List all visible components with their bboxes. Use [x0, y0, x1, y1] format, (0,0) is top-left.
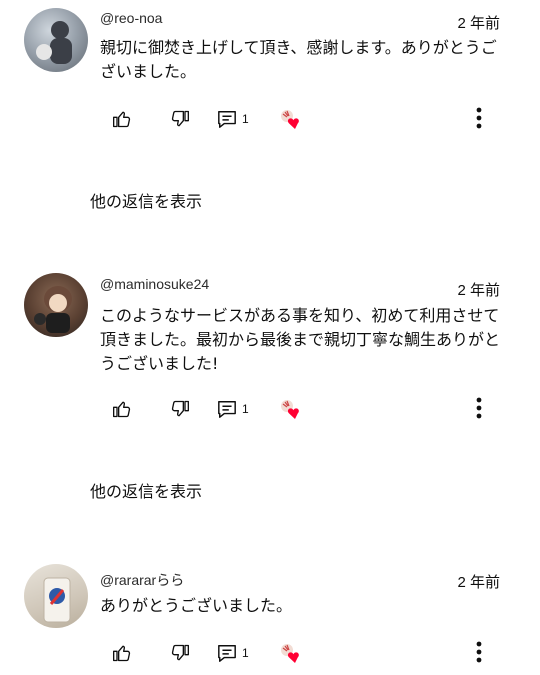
reply-icon	[218, 645, 236, 662]
avatar[interactable]	[24, 273, 88, 337]
more-button[interactable]	[474, 396, 484, 424]
dislike-button[interactable]	[170, 106, 190, 132]
thumb-up-icon	[113, 401, 131, 418]
reply-count: 1	[242, 402, 249, 416]
avatar[interactable]	[24, 8, 88, 72]
reply-count: 1	[242, 112, 249, 126]
creator-heart	[278, 106, 304, 132]
avatar-image	[43, 577, 71, 623]
creator-heart	[278, 640, 304, 666]
comment-actions: 1	[0, 106, 540, 136]
thumb-up-icon	[113, 111, 131, 128]
creator-heart-icon	[281, 400, 299, 419]
creator-heart-icon	[281, 644, 299, 663]
comment-actions: 1	[0, 640, 540, 670]
like-button[interactable]	[112, 640, 132, 666]
thumb-down-icon	[171, 400, 189, 417]
avatar-image	[34, 286, 72, 333]
reply-button[interactable]: 1	[216, 106, 249, 132]
comment-time[interactable]: 2 年前	[457, 279, 500, 300]
thumb-down-icon	[171, 110, 189, 127]
reply-button[interactable]: 1	[216, 640, 249, 666]
reply-icon	[218, 111, 236, 128]
comment-username[interactable]: @rarararらら	[100, 570, 184, 590]
dislike-button[interactable]	[170, 640, 190, 666]
dislike-button[interactable]	[170, 396, 190, 422]
show-more-replies-link[interactable]: 他の返信を表示	[90, 478, 202, 502]
creator-heart	[278, 396, 304, 422]
more-vert-icon	[476, 397, 482, 419]
thumb-down-icon	[171, 644, 189, 661]
creator-heart-icon	[281, 110, 299, 129]
comment-text: 親切に御焚き上げして頂き、感謝します。ありがとうございました。	[100, 38, 497, 81]
comment-username[interactable]: @reo-noa	[100, 10, 162, 26]
avatar[interactable]	[24, 564, 88, 628]
like-button[interactable]	[112, 396, 132, 422]
show-more-replies-link[interactable]: 他の返信を表示	[90, 188, 202, 212]
comment-text: ありがとうございました。	[100, 596, 293, 615]
comment-username[interactable]: @maminosuke24	[100, 276, 209, 292]
reply-button[interactable]: 1	[216, 396, 249, 422]
more-vert-icon	[476, 641, 482, 663]
thumb-up-icon	[113, 645, 131, 662]
comment-text: このようなサービスがある事を知り、初めて利用させて頂きました。最初から最後まで親…	[100, 306, 501, 373]
like-button[interactable]	[112, 106, 132, 132]
more-vert-icon	[476, 107, 482, 129]
avatar-image	[36, 21, 72, 64]
comment-time[interactable]: 2 年前	[457, 12, 500, 33]
comment-time[interactable]: 2 年前	[457, 571, 500, 592]
reply-count: 1	[242, 646, 249, 660]
comment-actions: 1	[0, 396, 540, 426]
reply-icon	[218, 401, 236, 418]
more-button[interactable]	[474, 640, 484, 668]
more-button[interactable]	[474, 106, 484, 134]
